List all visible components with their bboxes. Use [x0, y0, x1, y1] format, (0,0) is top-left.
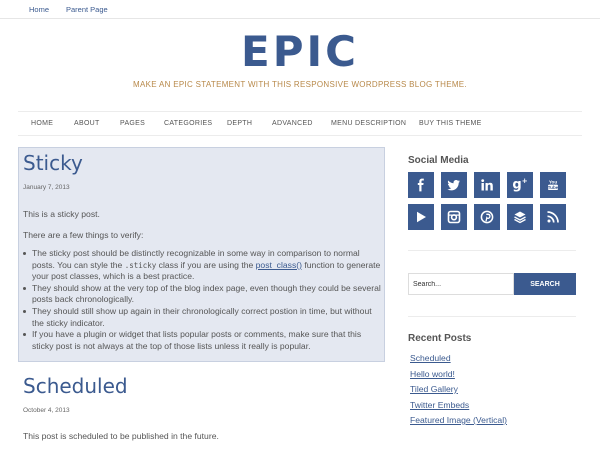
- top-nav-parent-page-link[interactable]: Parent Page: [66, 5, 108, 14]
- sticky-post-intro: This is a sticky post.: [23, 209, 100, 219]
- sticky-post-verify-text: There are a few things to verify:: [23, 230, 144, 240]
- recent-post-link[interactable]: Twitter Embeds: [410, 400, 469, 410]
- recent-post-link[interactable]: Tiled Gallery: [410, 384, 458, 394]
- instagram-icon[interactable]: [441, 204, 467, 230]
- search-button[interactable]: SEARCH: [514, 273, 576, 295]
- recent-post-link[interactable]: Hello world!: [410, 369, 455, 379]
- scheduled-post-text: This post is scheduled to be published i…: [23, 431, 219, 441]
- nav-item-buy-this-theme[interactable]: BUY THIS THEME: [419, 120, 482, 127]
- linkedin-icon[interactable]: [474, 172, 500, 198]
- pinterest-icon[interactable]: [474, 204, 500, 230]
- nav-item-advanced[interactable]: ADVANCED: [272, 120, 313, 127]
- search-input[interactable]: [408, 273, 514, 295]
- sticky-post-date[interactable]: January 7, 2013: [23, 184, 70, 191]
- scheduled-post-date[interactable]: October 4, 2013: [23, 407, 70, 414]
- nav-item-categories[interactable]: CATEGORIES: [164, 120, 212, 127]
- list-item: The sticky post should be distinctly rec…: [22, 248, 382, 283]
- sticky-post-title[interactable]: Sticky: [23, 151, 83, 175]
- social-media-widget-title: Social Media: [408, 155, 469, 166]
- list-item: If you have a plugin or widget that list…: [22, 329, 382, 352]
- list-item: They should show at the very top of the …: [22, 283, 382, 306]
- list-item: They should still show up again in their…: [22, 306, 382, 329]
- svg-text:Tube: Tube: [548, 185, 559, 190]
- layers-icon[interactable]: [507, 204, 533, 230]
- svg-text:You: You: [549, 179, 558, 184]
- sticky-class-code: .sticky: [124, 260, 157, 270]
- site-title[interactable]: EPIC: [0, 26, 600, 78]
- twitter-icon[interactable]: [441, 172, 467, 198]
- sidebar-divider: [408, 250, 576, 251]
- play-icon[interactable]: [408, 204, 434, 230]
- sidebar-divider: [408, 316, 576, 317]
- nav-item-pages[interactable]: PAGES: [120, 120, 145, 127]
- nav-item-home[interactable]: HOME: [31, 120, 53, 127]
- post-class-link[interactable]: post_class(): [256, 260, 302, 270]
- facebook-icon[interactable]: [408, 172, 434, 198]
- sticky-post-bullet-list: The sticky post should be distinctly rec…: [22, 248, 382, 352]
- rss-icon[interactable]: [540, 204, 566, 230]
- top-navigation: Home Parent Page: [0, 0, 600, 19]
- recent-post-link[interactable]: Featured Image (Vertical): [410, 415, 507, 425]
- main-navigation: HOME ABOUT PAGES CATEGORIES DEPTH ADVANC…: [18, 111, 582, 136]
- youtube-icon[interactable]: You Tube: [540, 172, 566, 198]
- scheduled-post-title[interactable]: Scheduled: [23, 374, 128, 398]
- site-tagline: MAKE AN EPIC STATEMENT WITH THIS RESPONS…: [133, 80, 467, 89]
- recent-posts-widget-title: Recent Posts: [408, 333, 472, 344]
- recent-post-link[interactable]: Scheduled: [410, 353, 451, 363]
- google-plus-icon[interactable]: g+: [507, 172, 533, 198]
- nav-item-menu-description[interactable]: MENU DESCRIPTION: [331, 120, 406, 127]
- nav-item-depth[interactable]: DEPTH: [227, 120, 252, 127]
- nav-item-about[interactable]: ABOUT: [74, 120, 100, 127]
- top-nav-home-link[interactable]: Home: [29, 5, 49, 14]
